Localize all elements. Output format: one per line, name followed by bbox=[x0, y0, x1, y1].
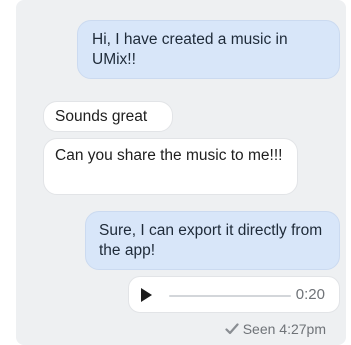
audio-duration: 0:20 bbox=[295, 286, 325, 303]
check-icon bbox=[225, 323, 239, 335]
play-icon[interactable] bbox=[141, 288, 152, 302]
audio-progress-track[interactable] bbox=[169, 295, 291, 297]
seen-status-text: Seen 4:27pm bbox=[242, 321, 326, 337]
message-bubble-outgoing: Sure, I can export it directly from the … bbox=[85, 211, 340, 270]
read-receipt: Seen 4:27pm bbox=[225, 320, 326, 338]
chat-panel: Hi, I have created a music in UMix!! Sou… bbox=[16, 0, 346, 345]
message-bubble-incoming: Sounds great bbox=[43, 101, 173, 132]
message-bubble-incoming: Can you share the music to me!!! bbox=[43, 138, 298, 195]
audio-message: 0:20 bbox=[128, 276, 340, 313]
message-text: Sounds great bbox=[55, 108, 148, 125]
message-text: Sure, I can export it directly from the … bbox=[99, 222, 323, 259]
message-text: Hi, I have created a music in UMix!! bbox=[92, 31, 288, 68]
message-bubble-outgoing: Hi, I have created a music in UMix!! bbox=[77, 20, 340, 79]
message-text: Can you share the music to me!!! bbox=[55, 147, 283, 164]
